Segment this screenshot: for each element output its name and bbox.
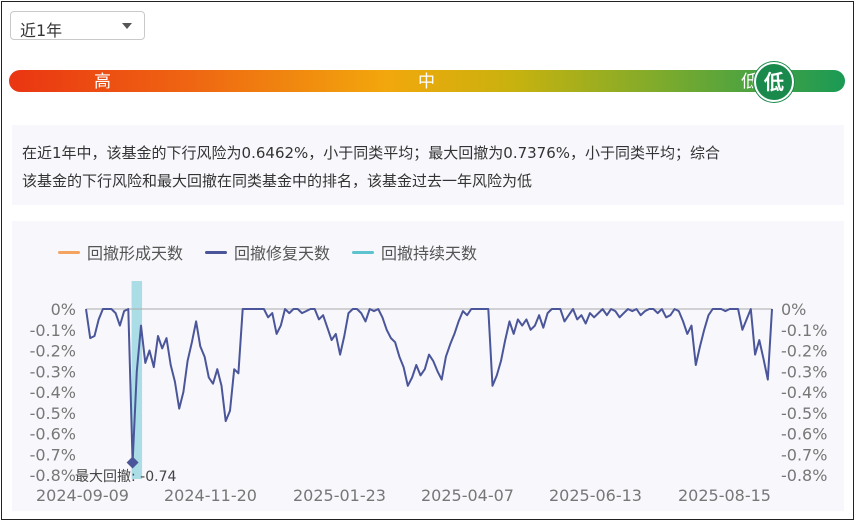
y-tick-label-right: -0.1% [781, 321, 827, 340]
max-drawdown-label: 最大回撤: -0.74 [75, 469, 176, 485]
y-tick-label-left: -0.6% [30, 425, 76, 444]
y-tick-label-left: -0.8% [30, 466, 76, 485]
y-tick-label-left: -0.5% [30, 404, 76, 423]
x-tick-label: 2024-11-20 [164, 486, 257, 505]
y-tick-label-right: -0.3% [781, 362, 827, 381]
y-tick-label-left: -0.1% [30, 321, 76, 340]
x-tick-label: 2025-01-23 [293, 486, 386, 505]
y-tick-label-left: -0.4% [30, 383, 76, 402]
y-tick-label-right: -0.2% [781, 342, 827, 361]
y-tick-label-right: -0.8% [781, 466, 827, 485]
y-tick-label-left: 0% [51, 300, 76, 319]
y-tick-label-right: 0% [781, 300, 806, 319]
y-tick-label-right: -0.6% [781, 425, 827, 444]
y-tick-label-left: -0.2% [30, 342, 76, 361]
y-tick-label-left: -0.7% [30, 445, 76, 464]
y-tick-label-right: -0.4% [781, 383, 827, 402]
drawdown-chart: 0% 0%-0.1% -0.1%-0.2% -0.2%-0.3% -0.3%-0.4% -… [30, 281, 827, 505]
drawdown-series-line [85, 308, 773, 464]
x-tick-label: 2025-08-15 [678, 486, 771, 505]
y-tick-label-right: -0.5% [781, 404, 827, 423]
y-tick-label-right: -0.7% [781, 445, 827, 464]
x-tick-label: 2024-09-09 [36, 486, 129, 505]
x-tick-label: 2025-06-13 [549, 486, 642, 505]
x-tick-label: 2025-04-07 [421, 486, 514, 505]
y-tick-label-left: -0.3% [30, 362, 76, 381]
